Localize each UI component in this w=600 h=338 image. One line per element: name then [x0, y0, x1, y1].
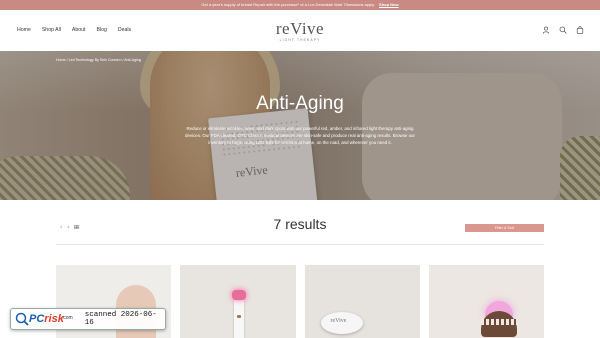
magnifier-icon [15, 312, 29, 326]
pcrisk-logo: PCrisk .com [15, 312, 73, 326]
nav-deals[interactable]: Deals [118, 27, 131, 33]
hero-description: Reduce or eliminate wrinkles, lines, and… [185, 126, 415, 145]
logo-tagline: LIGHT THERAPY [279, 38, 321, 42]
product-card[interactable]: reVive [304, 265, 420, 338]
logo-word: reVive [275, 19, 325, 38]
main-nav: Home Shop All About Blog Deals [17, 27, 131, 33]
announcement-text: Get a year's supply of breast Repair wit… [201, 2, 375, 7]
header-icons [542, 26, 584, 34]
search-icon[interactable] [559, 26, 567, 34]
announcement-bar: Get a year's supply of breast Repair wit… [0, 0, 600, 10]
cart-icon[interactable] [576, 26, 584, 34]
user-icon[interactable] [542, 26, 550, 34]
hero-banner: reVive Home / Led Technology By Skin Con… [0, 51, 600, 200]
product-brand-mark: reVive [330, 318, 347, 324]
scan-date: scanned 2026-06-16 [84, 311, 157, 327]
product-card[interactable] [180, 265, 296, 338]
nav-about[interactable]: About [72, 27, 86, 33]
shop-now-link[interactable]: Shop Now [379, 2, 399, 7]
nav-blog[interactable]: Blog [96, 27, 106, 33]
filter-sort-button[interactable]: Filter & Sort [465, 224, 544, 232]
nav-home[interactable]: Home [17, 27, 31, 33]
breadcrumb[interactable]: Home / Led Technology By Skin Concern / … [56, 58, 141, 62]
site-header: Home Shop All About Blog Deals reVive LI… [0, 10, 600, 51]
watermark-badge: PCrisk .com scanned 2026-06-16 [10, 308, 166, 330]
nav-shop-all[interactable]: Shop All [42, 27, 61, 33]
site-logo[interactable]: reVive LIGHT THERAPY [270, 20, 330, 46]
divider [56, 244, 544, 245]
product-card[interactable] [428, 265, 544, 338]
page-title: Anti-Aging [256, 93, 344, 114]
results-toolbar: 3 4 7 results Filter & Sort [0, 200, 600, 245]
